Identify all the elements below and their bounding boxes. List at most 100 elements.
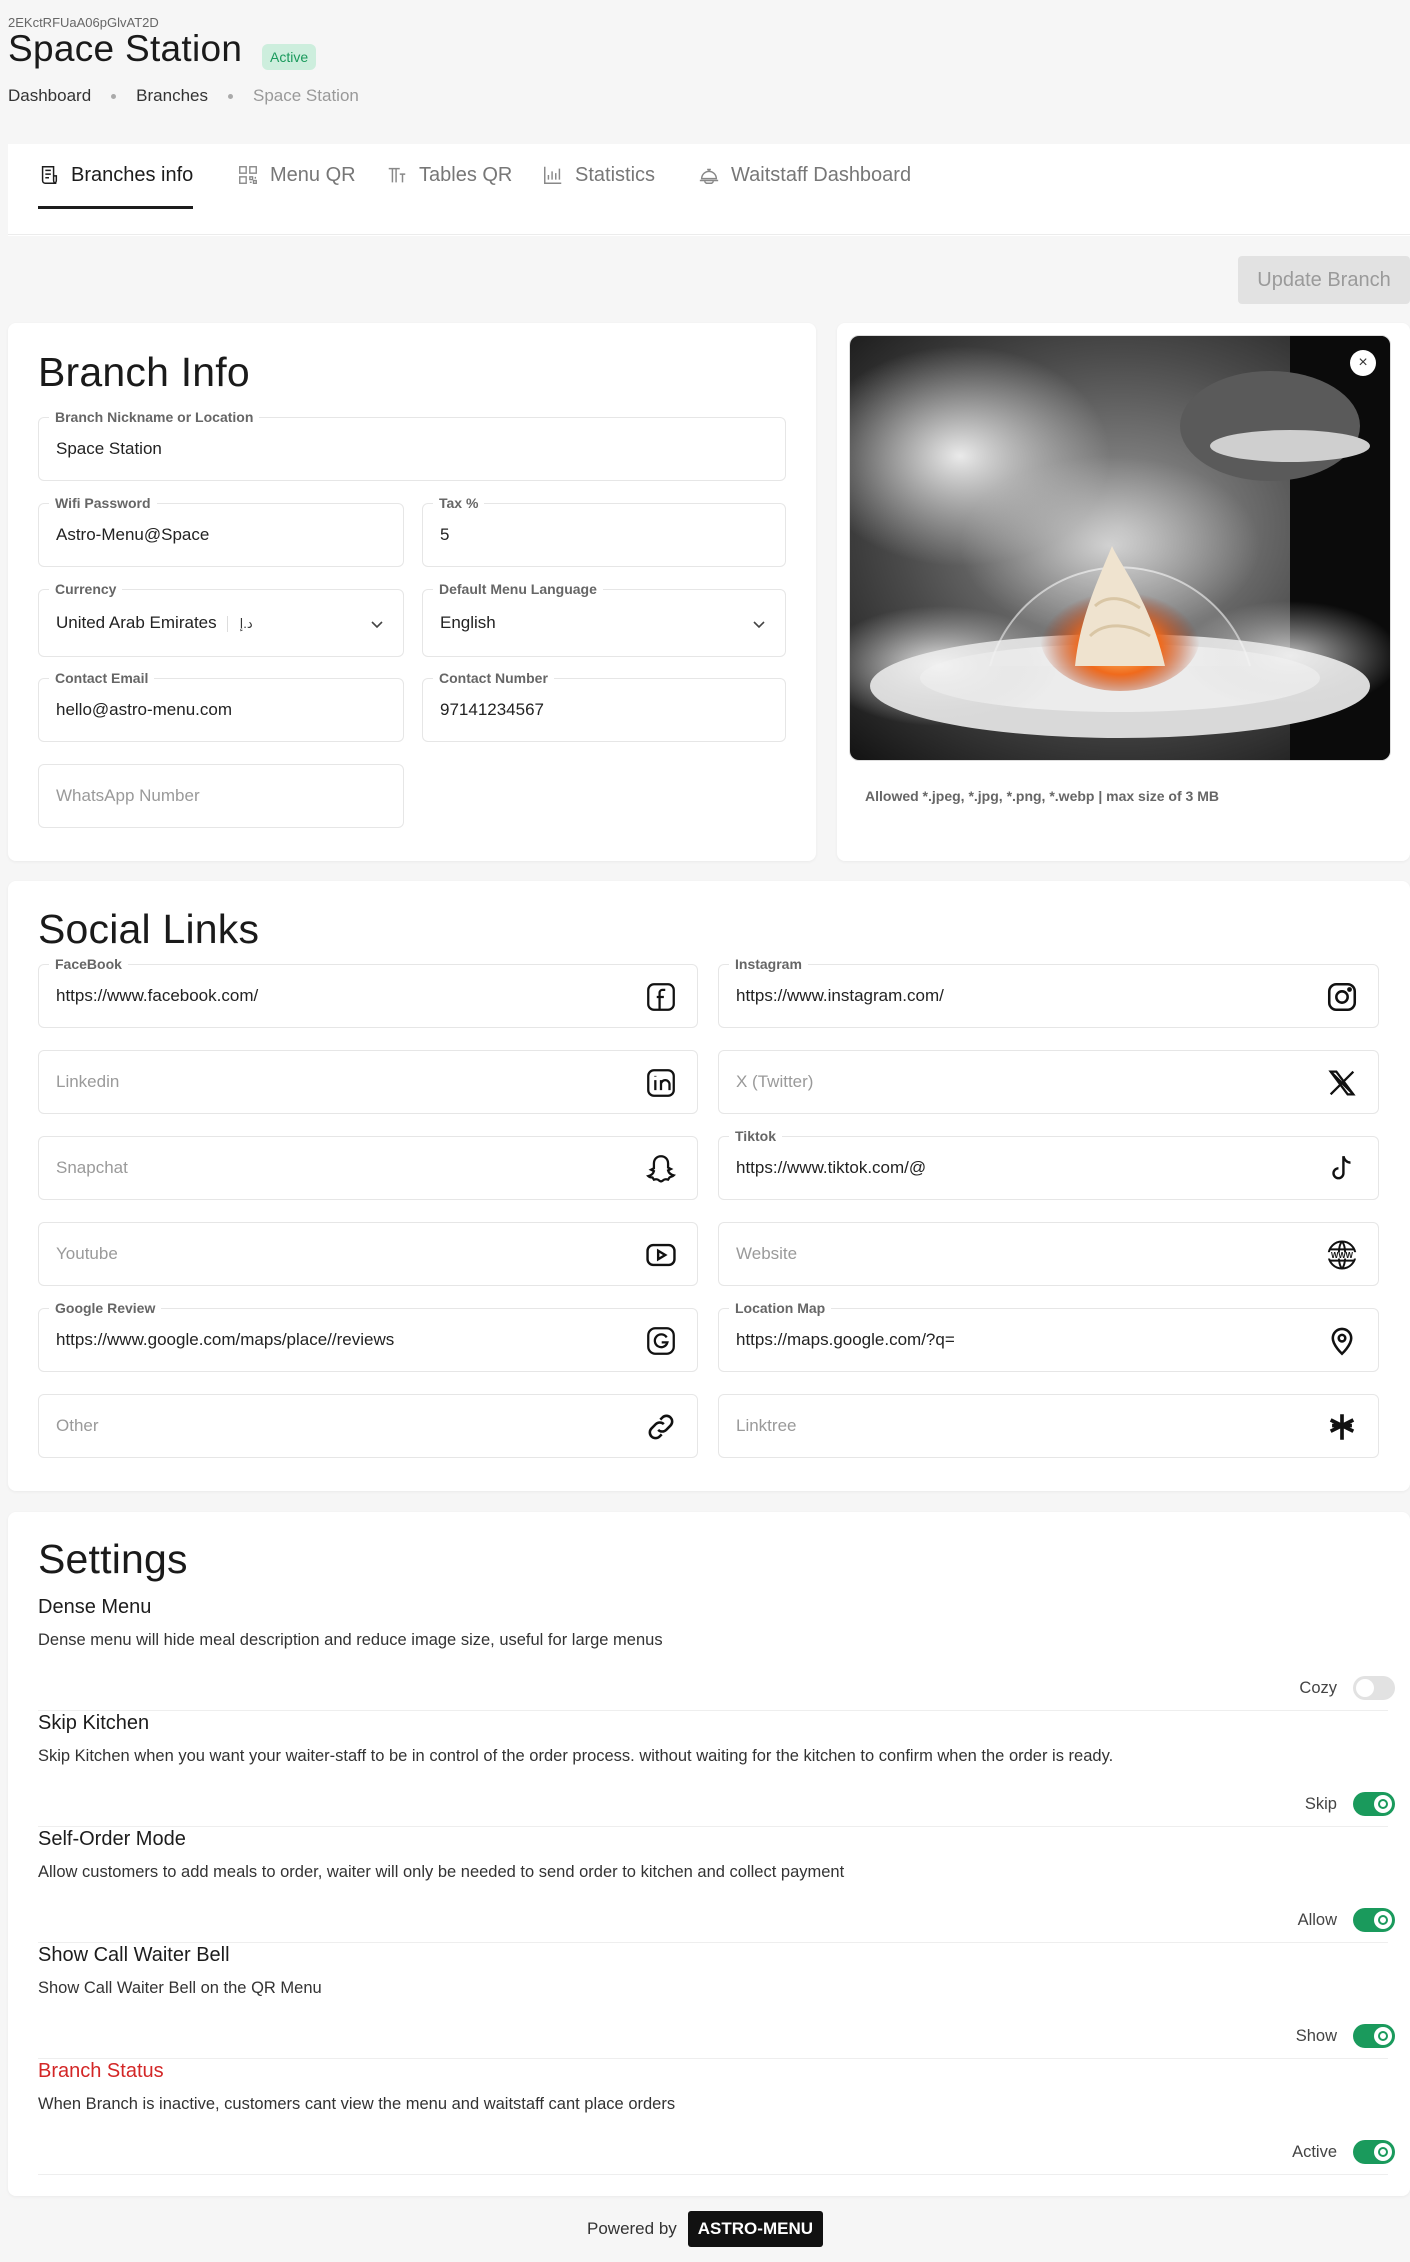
- cloche-icon: [699, 168, 719, 184]
- youtube-field[interactable]: Youtube: [38, 1222, 698, 1286]
- self-order-toggle[interactable]: [1353, 1908, 1395, 1932]
- field-placeholder: Youtube: [56, 1244, 118, 1263]
- setting-title: Skip Kitchen: [38, 1712, 150, 1734]
- field-placeholder: WhatsApp Number: [56, 786, 200, 805]
- setting-description: When Branch is inactive, customers cant …: [38, 2095, 676, 2113]
- linkedin-icon: [643, 1065, 679, 1101]
- divider: [8, 234, 1410, 235]
- snapchat-field[interactable]: Snapchat: [38, 1136, 698, 1200]
- youtube-icon: [643, 1237, 679, 1273]
- setting-dense-menu: Dense Menu Dense menu will hide meal des…: [38, 1596, 1395, 1712]
- google-review-field[interactable]: Google Review https://www.google.com/map…: [38, 1300, 698, 1372]
- setting-call-waiter-bell: Show Call Waiter Bell Show Call Waiter B…: [38, 1944, 1395, 2060]
- field-placeholder: Linkedin: [56, 1072, 120, 1091]
- website-field[interactable]: Website WWW: [718, 1222, 1379, 1286]
- breadcrumb-separator: [111, 93, 117, 99]
- field-value: hello@astro-menu.com: [56, 700, 232, 719]
- brand-logo[interactable]: ASTRO-MENU: [687, 2211, 823, 2247]
- field-placeholder: Snapchat: [56, 1158, 128, 1177]
- field-label: FaceBook: [49, 956, 128, 972]
- toggle-label: Allow: [1297, 1910, 1337, 1929]
- www-icon: WWW: [1324, 1237, 1360, 1273]
- tab-statistics[interactable]: Statistics: [542, 144, 655, 206]
- tab-label: Menu QR: [270, 163, 356, 186]
- field-value: English: [440, 613, 496, 632]
- whatsapp-number-field[interactable]: WhatsApp Number: [38, 764, 404, 828]
- branch-status-toggle[interactable]: [1353, 2140, 1395, 2164]
- google-icon: [643, 1323, 679, 1359]
- section-title: Branch Info: [38, 349, 250, 395]
- currency-symbol: د.إ: [226, 616, 253, 632]
- field-value: 5: [440, 525, 450, 544]
- tab-label: Branches info: [71, 163, 194, 186]
- field-value: 97141234567: [440, 700, 545, 719]
- chevron-down-icon: [753, 621, 765, 629]
- qr-icon: [239, 166, 257, 184]
- field-label: Tiktok: [729, 1128, 782, 1144]
- skip-kitchen-toggle-row: Skip: [1305, 1792, 1395, 1816]
- bar-chart-icon: [544, 166, 562, 184]
- setting-title: Show Call Waiter Bell: [38, 1944, 230, 1966]
- tab-tables-qr[interactable]: Tables QR: [386, 144, 512, 206]
- contact-number-field[interactable]: Contact Number 97141234567: [422, 670, 786, 742]
- field-value: Space Station: [56, 439, 162, 458]
- breadcrumb-separator: [228, 93, 233, 99]
- tab-menu-qr[interactable]: Menu QR: [237, 144, 356, 206]
- footer: Powered by ASTRO-MENU: [0, 2211, 1410, 2247]
- linkedin-field[interactable]: Linkedin: [38, 1050, 698, 1114]
- field-label: Google Review: [49, 1300, 162, 1316]
- contact-email-field[interactable]: Contact Email hello@astro-menu.com: [38, 670, 404, 742]
- linktree-icon: [1324, 1409, 1360, 1445]
- field-placeholder: Other: [56, 1416, 99, 1435]
- status-badge: Active: [262, 44, 317, 70]
- divider: [38, 2174, 1388, 2175]
- tab-bar: Branches info Menu QR Tables QR Statisti…: [8, 144, 1410, 236]
- field-placeholder: Linktree: [736, 1416, 797, 1435]
- setting-title: Branch Status: [38, 2060, 164, 2082]
- tab-waitstaff-dashboard[interactable]: Waitstaff Dashboard: [698, 144, 911, 206]
- location-map-field[interactable]: Location Map https://maps.google.com/?q=: [718, 1300, 1379, 1372]
- instagram-icon: [1324, 979, 1360, 1015]
- facebook-field[interactable]: FaceBook https://www.facebook.com/: [38, 956, 698, 1028]
- x-twitter-field[interactable]: X (Twitter): [718, 1050, 1379, 1114]
- field-placeholder: X (Twitter): [736, 1072, 814, 1091]
- default-language-select[interactable]: Default Menu Language English: [422, 581, 786, 657]
- section-title: Social Links: [38, 906, 260, 952]
- branch-nickname-field[interactable]: Branch Nickname or Location Space Statio…: [38, 409, 786, 481]
- toggle-knob: [1374, 1795, 1392, 1813]
- update-branch-button[interactable]: Update Branch: [1238, 256, 1410, 304]
- dense-menu-toggle[interactable]: [1353, 1676, 1395, 1700]
- remove-image-button[interactable]: ×: [1350, 350, 1376, 376]
- currency-select[interactable]: Currency United Arab Emirates د.إ: [38, 581, 404, 657]
- currency-name: United Arab Emirates: [56, 613, 217, 632]
- tiktok-field[interactable]: Tiktok https://www.tiktok.com/@: [718, 1128, 1379, 1200]
- branch-image[interactable]: ×: [849, 335, 1391, 761]
- toggle-label: Cozy: [1299, 1678, 1337, 1697]
- other-link-field[interactable]: Other: [38, 1394, 698, 1458]
- field-label: Currency: [49, 581, 123, 597]
- breadcrumb-dashboard[interactable]: Dashboard: [8, 86, 91, 106]
- upload-hint: Allowed *.jpeg, *.jpg, *.png, *.webp | m…: [865, 788, 1219, 804]
- call-waiter-toggle[interactable]: [1353, 2024, 1395, 2048]
- table-icon: [388, 167, 406, 183]
- self-order-toggle-row: Allow: [1298, 1908, 1395, 1932]
- dish-photo: [850, 336, 1390, 760]
- wifi-password-field[interactable]: Wifi Password Astro-Menu@Space: [38, 495, 404, 567]
- branch-image-card: × Allowed *.jpeg, *.jpg, *.png, *.webp |…: [837, 323, 1410, 861]
- toggle-knob: [1374, 1911, 1392, 1929]
- linktree-field[interactable]: Linktree: [718, 1394, 1379, 1458]
- setting-title: Self-Order Mode: [38, 1828, 186, 1850]
- facebook-icon: [643, 979, 679, 1015]
- tab-branches-info[interactable]: Branches info: [38, 144, 194, 209]
- branch-info-card: Branch Info Branch Nickname or Location …: [8, 323, 816, 861]
- setting-title: Dense Menu: [38, 1596, 152, 1618]
- field-label: Instagram: [729, 956, 808, 972]
- social-links-card: Social Links FaceBook https://www.facebo…: [8, 881, 1410, 1491]
- field-label: Location Map: [729, 1300, 832, 1316]
- instagram-field[interactable]: Instagram https://www.instagram.com/: [718, 956, 1379, 1028]
- skip-kitchen-toggle[interactable]: [1353, 1792, 1395, 1816]
- breadcrumb-branches[interactable]: Branches: [136, 86, 208, 106]
- tax-field[interactable]: Tax % 5: [422, 495, 786, 567]
- toggle-label: Active: [1292, 2142, 1337, 2161]
- dense-menu-toggle-row: Cozy: [1299, 1676, 1395, 1700]
